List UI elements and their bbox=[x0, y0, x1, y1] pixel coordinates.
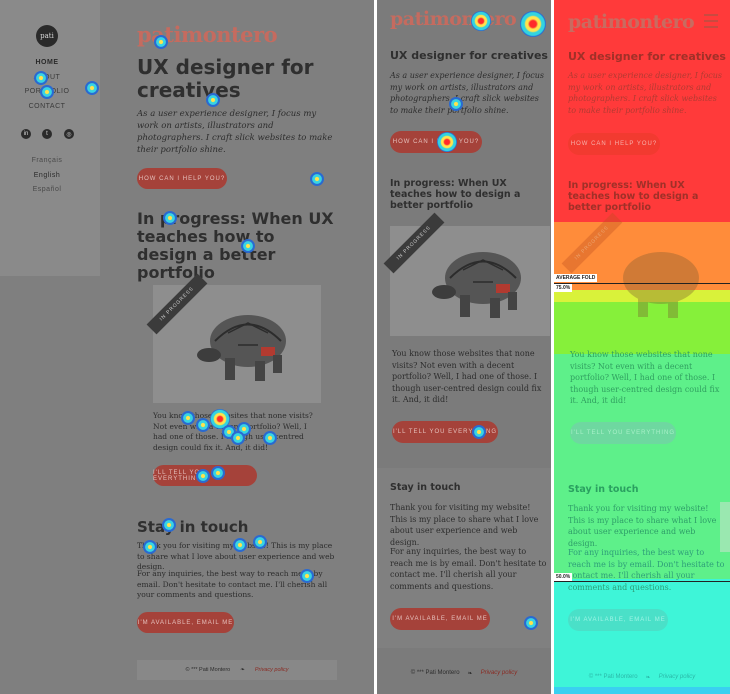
click-point bbox=[206, 93, 220, 107]
lang-spanish[interactable]: Español bbox=[0, 186, 94, 193]
sidebar-nav: pati HOME ABOUT PORTFOLIO CONTACT in t ◎… bbox=[0, 0, 100, 276]
tortoise-image: IN PROGRESS bbox=[146, 273, 321, 403]
click-point bbox=[154, 35, 168, 49]
email-button[interactable]: I'M AVAILABLE, EMAIL ME bbox=[137, 612, 234, 633]
privacy-link[interactable]: Privacy policy bbox=[481, 670, 518, 676]
progress-title: In progress: When UX teaches how to desi… bbox=[568, 180, 699, 213]
fold-line bbox=[554, 581, 730, 582]
mobile-heatmap-panel: patimontero UX designer for creatives As… bbox=[377, 0, 551, 694]
portfolio-text: You know those websites that none visits… bbox=[570, 350, 720, 405]
contact-text-1: Thank you for visiting my website! This … bbox=[390, 503, 539, 547]
contact-title: Stay in touch bbox=[137, 518, 249, 536]
footer-copyright: © *** Pati Montero bbox=[410, 670, 460, 676]
click-point bbox=[196, 418, 210, 432]
click-point bbox=[231, 431, 245, 445]
privacy-link[interactable]: Privacy policy bbox=[659, 674, 696, 680]
avatar[interactable]: pati bbox=[36, 25, 58, 47]
footer: © *** Pati Montero ❧ Privacy policy bbox=[554, 667, 730, 687]
tell-me-button[interactable]: I'LL TELL YOU EVERYTHING bbox=[570, 422, 676, 444]
click-point bbox=[85, 81, 99, 95]
nav-home[interactable]: HOME bbox=[0, 59, 94, 66]
scroll-map-panel: patimontero UX designer for creatives As… bbox=[554, 0, 730, 694]
click-hotspot bbox=[520, 11, 546, 37]
contact-text-1: Thank you for visiting my website! This … bbox=[568, 504, 717, 548]
portfolio-text: You know those websites that none visits… bbox=[392, 349, 542, 404]
headline: UX designer for creatives bbox=[568, 50, 726, 63]
footer-copyright: © *** Pati Montero bbox=[185, 667, 231, 673]
footer: © *** Pati Montero ❧ Privacy policy bbox=[377, 662, 551, 684]
click-point bbox=[211, 466, 225, 480]
menu-icon[interactable] bbox=[704, 14, 718, 28]
progress-title: In progress: When UX teaches how to desi… bbox=[390, 178, 521, 211]
leaf-icon: ❧ bbox=[240, 667, 245, 673]
fold-line bbox=[554, 283, 730, 284]
scroll-band-blue bbox=[554, 687, 730, 694]
click-point bbox=[263, 431, 277, 445]
site-logo[interactable]: patimontero bbox=[390, 8, 517, 30]
tortoise-image: IN PROGRESS bbox=[383, 212, 550, 336]
help-button[interactable]: HOW CAN I HELP YOU? bbox=[568, 133, 660, 155]
click-point bbox=[524, 616, 538, 630]
twitter-icon[interactable]: t bbox=[42, 129, 52, 139]
lang-english[interactable]: English bbox=[0, 172, 94, 179]
click-point bbox=[196, 469, 210, 483]
footer: © *** Pati Montero ❧ Privacy policy bbox=[137, 660, 337, 680]
site-logo[interactable]: patimontero bbox=[568, 11, 695, 33]
click-point bbox=[143, 540, 157, 554]
lead-text: As a user experience designer, I focus m… bbox=[390, 71, 545, 115]
click-point bbox=[300, 569, 314, 583]
desktop-heatmap-panel: pati HOME ABOUT PORTFOLIO CONTACT in t ◎… bbox=[0, 0, 374, 694]
footer-copyright: © *** Pati Montero bbox=[588, 674, 638, 680]
email-button[interactable]: I'M AVAILABLE, EMAIL ME bbox=[568, 609, 668, 631]
click-point bbox=[163, 211, 177, 225]
click-hotspot bbox=[471, 11, 491, 31]
contact-title: Stay in touch bbox=[568, 484, 639, 495]
click-point bbox=[310, 172, 324, 186]
leaf-icon: ❧ bbox=[467, 670, 473, 677]
headline: UX designer for creatives bbox=[137, 55, 314, 102]
lead-text: As a user experience designer, I focus m… bbox=[137, 109, 333, 155]
contact-text-2: For any inquiries, the best way to reach… bbox=[390, 547, 547, 591]
click-point bbox=[253, 535, 267, 549]
help-button[interactable]: HOW CAN I HELP YOU? bbox=[390, 131, 482, 153]
lang-french[interactable]: Français bbox=[0, 157, 94, 164]
lead-text: As a user experience designer, I focus m… bbox=[568, 71, 723, 115]
tortoise-illustration bbox=[197, 315, 286, 381]
contact-text-2: For any inquiries, the best way to reach… bbox=[568, 548, 725, 592]
email-button[interactable]: I'M AVAILABLE, EMAIL ME bbox=[390, 608, 490, 630]
tortoise-illustration bbox=[623, 252, 699, 318]
tortoise-illustration bbox=[432, 252, 521, 318]
click-point bbox=[34, 71, 48, 85]
click-hotspot bbox=[437, 132, 457, 152]
nav-contact[interactable]: CONTACT bbox=[0, 103, 94, 110]
click-point bbox=[472, 425, 486, 439]
fold-75-label: 75.0% bbox=[554, 284, 573, 292]
click-point bbox=[449, 97, 463, 111]
headline: UX designer for creatives bbox=[390, 49, 548, 62]
click-point bbox=[40, 85, 54, 99]
feedback-tab[interactable] bbox=[720, 502, 730, 552]
leaf-icon: ❧ bbox=[645, 674, 651, 681]
contact-title: Stay in touch bbox=[390, 482, 461, 493]
fold-50-label: 50.0% bbox=[554, 573, 573, 581]
privacy-link[interactable]: Privacy policy bbox=[255, 667, 289, 673]
help-button[interactable]: HOW CAN I HELP YOU? bbox=[137, 168, 227, 189]
click-point bbox=[162, 518, 176, 532]
click-point bbox=[233, 538, 247, 552]
average-fold-label: AVERAGE FOLD bbox=[554, 274, 598, 282]
linkedin-icon[interactable]: in bbox=[21, 129, 31, 139]
instagram-icon[interactable]: ◎ bbox=[64, 129, 74, 139]
click-point bbox=[181, 411, 195, 425]
click-point bbox=[241, 239, 255, 253]
